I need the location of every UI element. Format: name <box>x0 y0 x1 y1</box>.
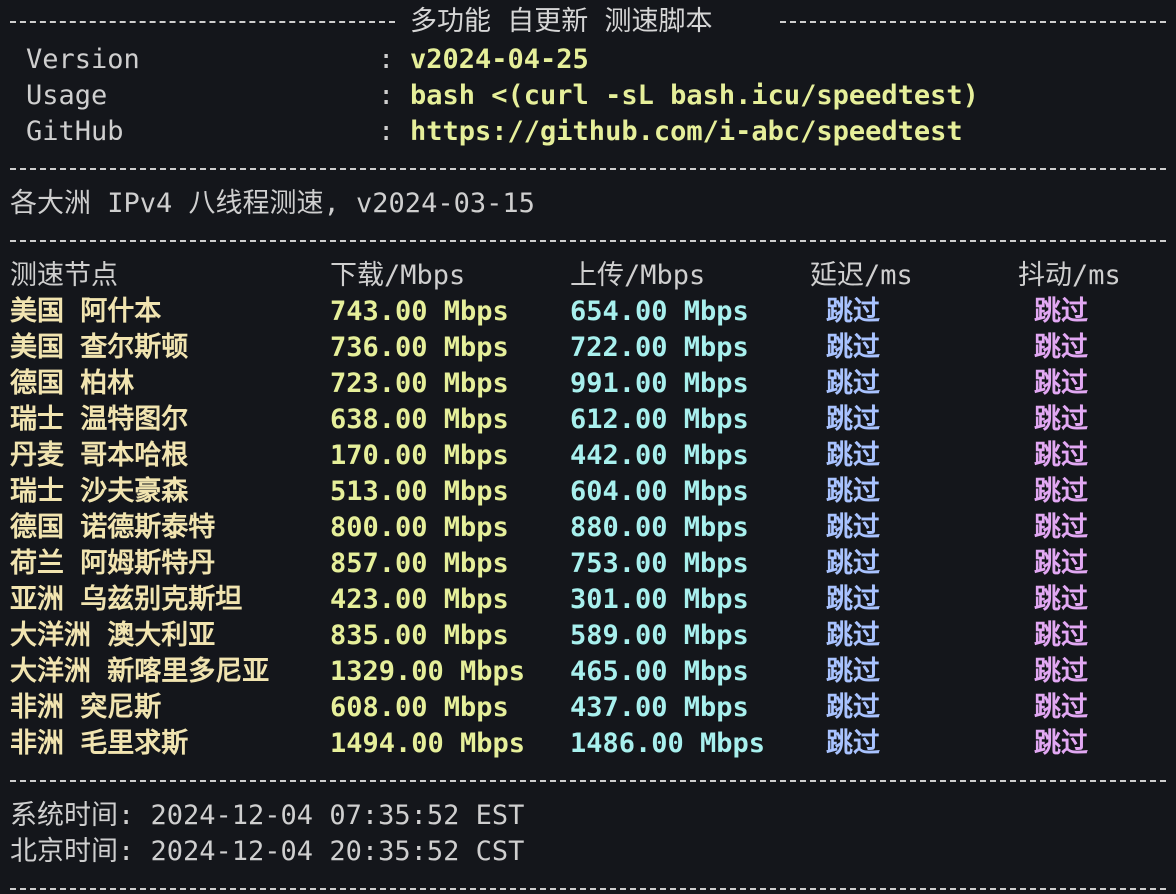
row-latency: 跳过 <box>826 548 880 579</box>
row-latency: 跳过 <box>826 584 880 615</box>
row-upload: 753.00 Mbps <box>570 548 749 579</box>
row-latency: 跳过 <box>826 512 880 543</box>
separator <box>10 240 1166 242</box>
row-latency: 跳过 <box>826 404 880 435</box>
row-latency: 跳过 <box>826 440 880 471</box>
row-upload: 722.00 Mbps <box>570 332 749 363</box>
row-latency: 跳过 <box>826 620 880 651</box>
banner-title: 多功能 自更新 测速脚本 <box>410 6 713 37</box>
row-upload: 589.00 Mbps <box>570 620 749 651</box>
row-download: 170.00 Mbps <box>330 440 509 471</box>
row-latency: 跳过 <box>826 656 880 687</box>
row-jitter: 跳过 <box>1034 656 1088 687</box>
beijing-time: 北京时间: 2024-12-04 20:35:52 CST <box>10 836 525 867</box>
separator <box>10 168 1166 170</box>
row-jitter: 跳过 <box>1034 512 1088 543</box>
row-upload: 604.00 Mbps <box>570 476 749 507</box>
row-download: 423.00 Mbps <box>330 584 509 615</box>
row-latency: 跳过 <box>826 728 880 759</box>
row-download: 1329.00 Mbps <box>330 656 526 687</box>
row-node: 非洲 突尼斯 <box>10 692 162 723</box>
github-label: GitHub <box>26 116 124 147</box>
test-title: 各大洲 IPv4 八线程测速, v2024-03-15 <box>10 188 535 219</box>
version-colon: : <box>378 44 395 75</box>
row-latency: 跳过 <box>826 692 880 723</box>
row-download: 638.00 Mbps <box>330 404 509 435</box>
row-node: 瑞士 温特图尔 <box>10 404 189 435</box>
row-upload: 301.00 Mbps <box>570 584 749 615</box>
row-jitter: 跳过 <box>1034 404 1088 435</box>
separator <box>10 888 1166 890</box>
header-latency: 延迟/ms <box>810 260 913 291</box>
separator <box>10 780 1166 782</box>
system-time: 系统时间: 2024-12-04 07:35:52 EST <box>10 800 525 831</box>
header-node: 测速节点 <box>10 260 118 291</box>
row-node: 瑞士 沙夫豪森 <box>10 476 189 507</box>
row-upload: 442.00 Mbps <box>570 440 749 471</box>
row-node: 丹麦 哥本哈根 <box>10 440 189 471</box>
header-upload: 上传/Mbps <box>570 260 706 291</box>
row-node: 美国 查尔斯顿 <box>10 332 189 363</box>
row-download: 736.00 Mbps <box>330 332 509 363</box>
row-jitter: 跳过 <box>1034 548 1088 579</box>
row-latency: 跳过 <box>826 332 880 363</box>
usage-label: Usage <box>26 80 108 111</box>
row-download: 835.00 Mbps <box>330 620 509 651</box>
usage-colon: : <box>378 80 395 111</box>
row-upload: 465.00 Mbps <box>570 656 749 687</box>
row-download: 608.00 Mbps <box>330 692 509 723</box>
row-jitter: 跳过 <box>1034 332 1088 363</box>
row-node: 德国 柏林 <box>10 368 135 399</box>
separator-left <box>10 21 395 23</box>
row-node: 美国 阿什本 <box>10 296 162 327</box>
row-download: 857.00 Mbps <box>330 548 509 579</box>
row-download: 723.00 Mbps <box>330 368 509 399</box>
row-upload: 880.00 Mbps <box>570 512 749 543</box>
github-link[interactable]: https://github.com/i-abc/speedtest <box>410 114 963 150</box>
row-jitter: 跳过 <box>1034 296 1088 327</box>
row-download: 1494.00 Mbps <box>330 728 526 759</box>
row-node: 大洋洲 新喀里多尼亚 <box>10 656 270 687</box>
row-upload: 991.00 Mbps <box>570 368 749 399</box>
row-jitter: 跳过 <box>1034 620 1088 651</box>
row-jitter: 跳过 <box>1034 440 1088 471</box>
version-value: v2024-04-25 <box>410 44 589 75</box>
row-upload: 654.00 Mbps <box>570 296 749 327</box>
row-node: 非洲 毛里求斯 <box>10 728 189 759</box>
row-jitter: 跳过 <box>1034 584 1088 615</box>
row-latency: 跳过 <box>826 368 880 399</box>
header-jitter: 抖动/ms <box>1018 260 1121 291</box>
row-download: 743.00 Mbps <box>330 296 509 327</box>
row-node: 亚洲 乌兹别克斯坦 <box>10 584 243 615</box>
row-download: 513.00 Mbps <box>330 476 509 507</box>
row-jitter: 跳过 <box>1034 692 1088 723</box>
usage-value: bash <(curl -sL bash.icu/speedtest) <box>410 80 979 111</box>
row-upload: 612.00 Mbps <box>570 404 749 435</box>
row-upload: 437.00 Mbps <box>570 692 749 723</box>
row-node: 荷兰 阿姆斯特丹 <box>10 548 216 579</box>
github-colon: : <box>378 116 395 147</box>
row-jitter: 跳过 <box>1034 728 1088 759</box>
row-jitter: 跳过 <box>1034 476 1088 507</box>
row-latency: 跳过 <box>826 476 880 507</box>
row-upload: 1486.00 Mbps <box>570 728 766 759</box>
row-download: 800.00 Mbps <box>330 512 509 543</box>
row-latency: 跳过 <box>826 296 880 327</box>
row-node: 德国 诺德斯泰特 <box>10 512 216 543</box>
version-label: Version <box>26 44 140 75</box>
separator-right <box>780 21 1166 23</box>
row-node: 大洋洲 澳大利亚 <box>10 620 216 651</box>
header-download: 下载/Mbps <box>330 260 466 291</box>
terminal-window: 多功能 自更新 测速脚本 Version : v2024-04-25 Usage… <box>0 0 1176 894</box>
row-jitter: 跳过 <box>1034 368 1088 399</box>
